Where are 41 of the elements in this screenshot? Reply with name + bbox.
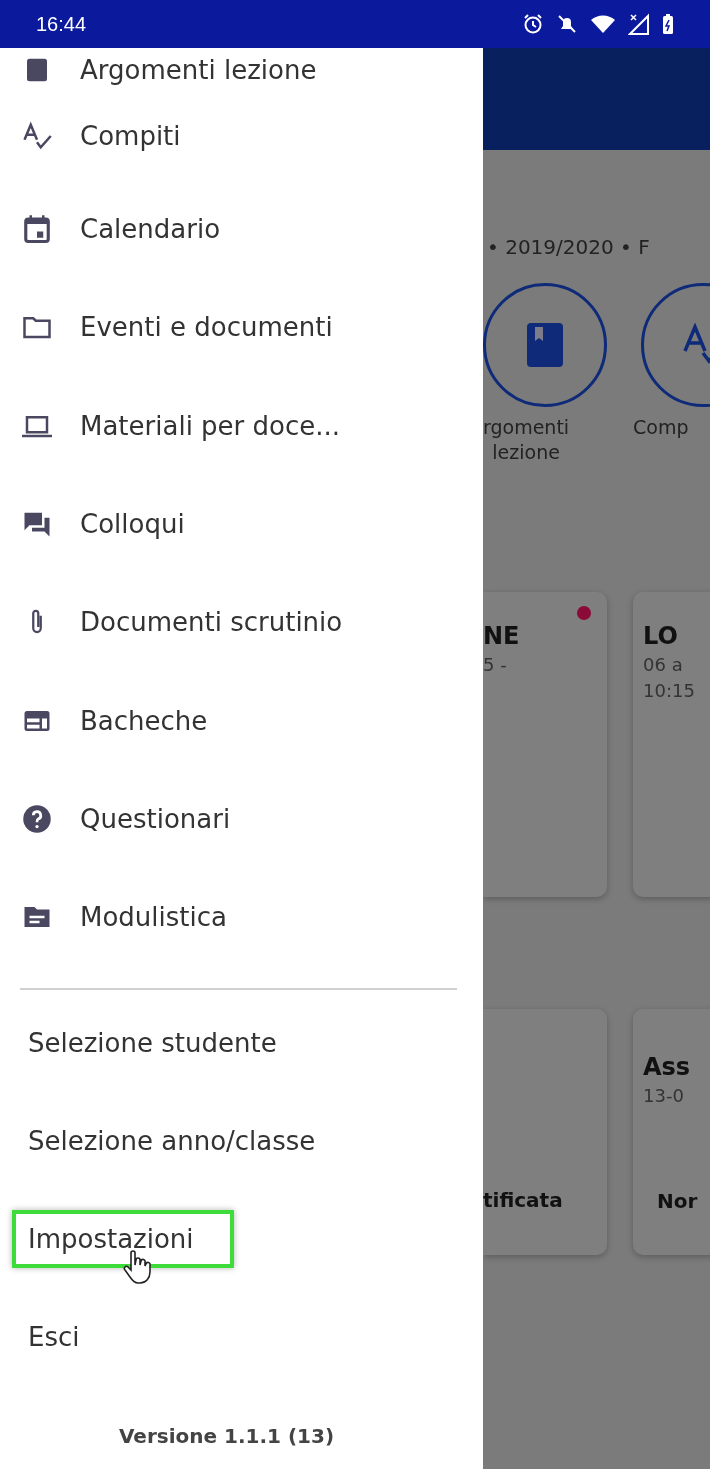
drawer-item[interactable]: Colloqui (0, 474, 483, 574)
absence-card[interactable]: tificata (483, 1009, 607, 1256)
card-status: Nor (656, 1188, 699, 1213)
book-icon (527, 323, 563, 367)
drawer-item[interactable]: Materiali per doce... (0, 376, 483, 475)
lesson-card[interactable]: LO 06 a 10:15 (633, 592, 710, 898)
spellcheck-icon (22, 121, 52, 151)
card-text: 10:15 (643, 678, 696, 703)
muted-bell-icon (556, 13, 578, 35)
drawer-item[interactable]: Modulistica (0, 868, 483, 967)
shortcut-button[interactable] (483, 283, 607, 407)
card-text: 13-0 (643, 1084, 685, 1109)
drawer-item[interactable]: Calendario (0, 180, 483, 279)
signal-icon (628, 13, 650, 35)
shortcut-label: rgomenti lezione (483, 415, 570, 465)
card-title: LO (643, 622, 679, 653)
drawer-link[interactable]: Selezione anno/classe (12, 1102, 332, 1181)
card-title: NE (483, 622, 521, 653)
battery-icon (662, 13, 674, 35)
calendar-icon (22, 214, 52, 245)
subtitle-text: • 2019/2020 • F (486, 235, 651, 259)
card-text: 5 - (483, 653, 508, 678)
drawer-item[interactable]: Questionari (0, 769, 483, 869)
drawer-item[interactable]: Eventi e documenti (0, 278, 483, 377)
card-title: Ass (643, 1053, 692, 1084)
alarm-icon (522, 13, 544, 35)
card-status: tificata (483, 1188, 564, 1213)
drawer-link[interactable]: Selezione studente (12, 1004, 293, 1083)
drawer-item[interactable]: Documenti scrutinio (0, 573, 483, 672)
lesson-card[interactable]: NE 5 - (483, 592, 607, 898)
shortcut-label: Comp (633, 415, 689, 440)
help-icon (22, 803, 52, 834)
drawer-item[interactable]: Compiti (0, 92, 483, 180)
drawer-item[interactable]: Bacheche (0, 671, 483, 770)
status-time: 16:44 (36, 12, 87, 36)
drawer-item[interactable]: Argomenti lezione (0, 48, 483, 92)
absence-card[interactable]: Ass 13-0 Nor (633, 1009, 710, 1256)
card-text: 06 a (643, 653, 684, 678)
version-text: Versione 1.1.1 (13) (117, 1424, 336, 1449)
wifi-icon (590, 14, 616, 34)
drawer-link[interactable]: Esci (12, 1298, 96, 1377)
